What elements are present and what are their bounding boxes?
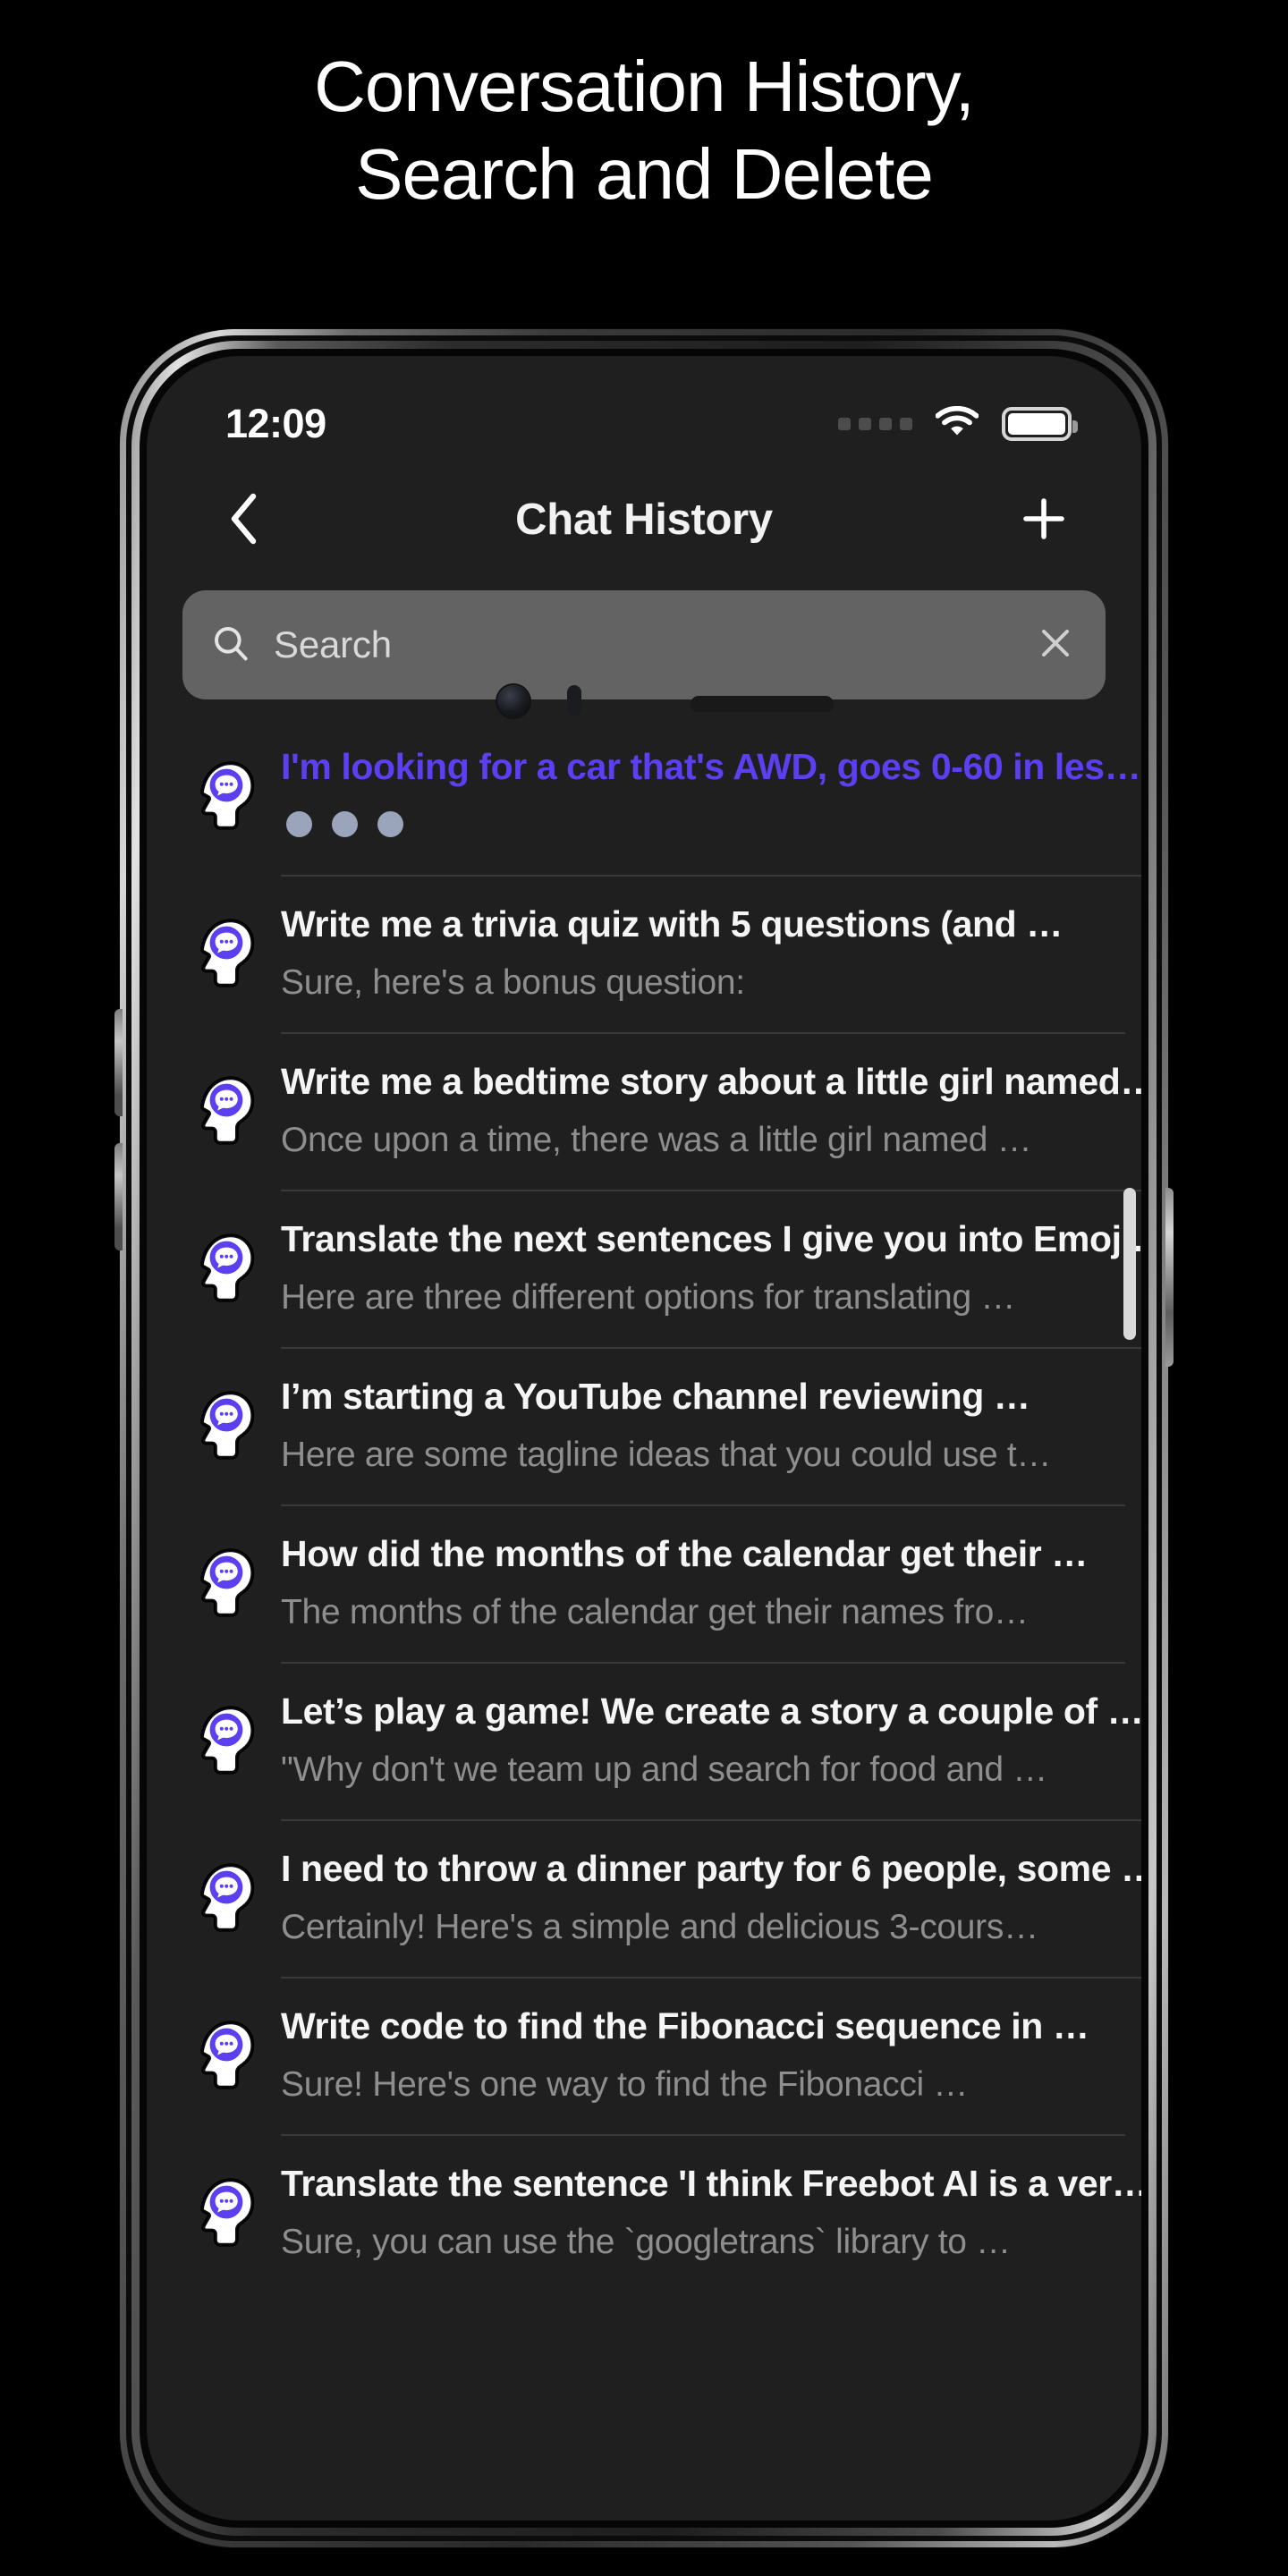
back-button[interactable] (213, 488, 275, 551)
clear-search-icon[interactable] (1036, 623, 1075, 667)
signal-dots-icon (838, 418, 912, 430)
avatar (182, 1506, 281, 1623)
conversation-title: Write me a bedtime story about a little … (281, 1061, 1141, 1102)
status-time: 12:09 (225, 401, 326, 446)
conversation-row[interactable]: I need to throw a dinner party for 6 peo… (182, 1821, 1141, 1979)
conversation-preview: Here are three different options for tra… (281, 1278, 1016, 1317)
page-headline: Conversation History, Search and Delete (0, 0, 1288, 217)
conversation-text-block: I’m starting a YouTube channel reviewing… (281, 1349, 1141, 1506)
conversation-row[interactable]: I'm looking for a car that's AWD, goes 0… (182, 719, 1141, 877)
conversation-row[interactable]: I’m starting a YouTube channel reviewing… (182, 1349, 1141, 1506)
avatar (182, 1191, 281, 1309)
conversation-title: Translate the next sentences I give you … (281, 1218, 1141, 1259)
brain-chat-avatar-icon (190, 1233, 256, 1309)
conversation-title: Write code to find the Fibonacci sequenc… (281, 2005, 1089, 2046)
conversation-title: Let’s play a game! We create a story a c… (281, 1690, 1141, 1732)
conversation-preview: The months of the calendar get their nam… (281, 1593, 1029, 1631)
brain-chat-avatar-icon (190, 2177, 256, 2253)
brain-chat-avatar-icon (190, 1390, 256, 1466)
phone-mockup: 12:09 Chat History Search I'm looking fo… (114, 329, 1174, 2547)
conversation-text-block: Translate the next sentences I give you … (281, 1191, 1141, 1349)
conversation-row[interactable]: Let’s play a game! We create a story a c… (182, 1664, 1141, 1821)
status-bar: 12:09 (147, 356, 1141, 462)
avatar (182, 1349, 281, 1466)
conversation-title: I’m starting a YouTube channel reviewing… (281, 1376, 1030, 1417)
brain-chat-avatar-icon (190, 918, 256, 994)
brain-chat-avatar-icon (190, 1075, 256, 1151)
nav-bar: Chat History (147, 462, 1141, 578)
avatar (182, 1034, 281, 1151)
search-bar-container: Search (147, 578, 1141, 719)
volume-down-button[interactable] (114, 1143, 123, 1250)
plus-icon (1020, 495, 1068, 546)
phone-screen: 12:09 Chat History Search I'm looking fo… (147, 356, 1141, 2521)
battery-full-icon (1002, 407, 1078, 441)
conversation-text-block: Write me a bedtime story about a little … (281, 1034, 1141, 1191)
conversation-row[interactable]: Write code to find the Fibonacci sequenc… (182, 1979, 1141, 2136)
avatar (182, 1821, 281, 1938)
headline-line-1: Conversation History, (314, 47, 975, 126)
conversation-row[interactable]: Translate the sentence 'I think Freebot … (182, 2136, 1141, 2293)
sensor-icon (567, 685, 581, 716)
chat-history-app: 12:09 Chat History Search I'm looking fo… (147, 356, 1141, 2521)
conversation-text-block: I need to throw a dinner party for 6 peo… (281, 1821, 1141, 1979)
conversation-text-block: Let’s play a game! We create a story a c… (281, 1664, 1141, 1821)
front-camera-icon (497, 685, 530, 717)
headline-line-2: Search and Delete (355, 133, 934, 214)
brain-chat-avatar-icon (190, 1862, 256, 1938)
conversation-title: Translate the sentence 'I think Freebot … (281, 2163, 1141, 2204)
avatar (182, 719, 281, 836)
avatar (182, 1979, 281, 2096)
conversation-row[interactable]: Write me a trivia quiz with 5 questions … (182, 877, 1141, 1034)
conversation-title: Write me a trivia quiz with 5 questions … (281, 903, 1063, 945)
conversation-title: I need to throw a dinner party for 6 peo… (281, 1848, 1141, 1889)
wifi-icon (935, 405, 979, 443)
conversation-preview: "Why don't we team up and search for foo… (281, 1750, 1048, 1789)
new-chat-button[interactable] (1013, 488, 1075, 551)
conversation-preview: Sure! Here's one way to find the Fibonac… (281, 2065, 969, 2104)
status-icons (838, 405, 1078, 443)
chevron-left-icon (225, 491, 264, 549)
avatar (182, 2136, 281, 2253)
conversation-row[interactable]: Write me a bedtime story about a little … (182, 1034, 1141, 1191)
avatar (182, 1664, 281, 1781)
conversation-text-block: Write code to find the Fibonacci sequenc… (281, 1979, 1141, 2136)
conversation-row[interactable]: How did the months of the calendar get t… (182, 1506, 1141, 1664)
volume-up-button[interactable] (114, 1009, 123, 1116)
avatar (182, 877, 281, 994)
brain-chat-avatar-icon (190, 760, 256, 836)
conversation-text-block: Translate the sentence 'I think Freebot … (281, 2136, 1141, 2293)
brain-chat-avatar-icon (190, 1547, 256, 1623)
conversation-list[interactable]: I'm looking for a car that's AWD, goes 0… (147, 719, 1141, 2521)
conversation-preview: Certainly! Here's a simple and delicious… (281, 1908, 1038, 1946)
search-icon (211, 623, 250, 667)
search-input[interactable]: Search (274, 623, 1013, 666)
conversation-text-block: Write me a trivia quiz with 5 questions … (281, 877, 1141, 1034)
earpiece-speaker (691, 696, 834, 712)
conversation-title: How did the months of the calendar get t… (281, 1533, 1088, 1574)
conversation-row[interactable]: Translate the next sentences I give you … (182, 1191, 1141, 1349)
page-title: Chat History (515, 496, 773, 544)
conversation-preview: Sure, here's a bonus question: (281, 963, 745, 1002)
conversation-preview: Sure, you can use the `googletrans` libr… (281, 2223, 1011, 2261)
conversation-preview: Once upon a time, there was a little gir… (281, 1121, 1032, 1159)
conversation-text-block: How did the months of the calendar get t… (281, 1506, 1141, 1664)
conversation-preview: Here are some tagline ideas that you cou… (281, 1436, 1052, 1474)
brain-chat-avatar-icon (190, 2020, 256, 2096)
typing-indicator (281, 811, 1140, 837)
power-button[interactable] (1165, 1188, 1174, 1367)
search-bar[interactable]: Search (182, 590, 1106, 699)
brain-chat-avatar-icon (190, 1705, 256, 1781)
conversation-title: I'm looking for a car that's AWD, goes 0… (281, 746, 1141, 787)
scroll-indicator[interactable] (1123, 1188, 1136, 1340)
conversation-text-block: I'm looking for a car that's AWD, goes 0… (281, 719, 1141, 877)
